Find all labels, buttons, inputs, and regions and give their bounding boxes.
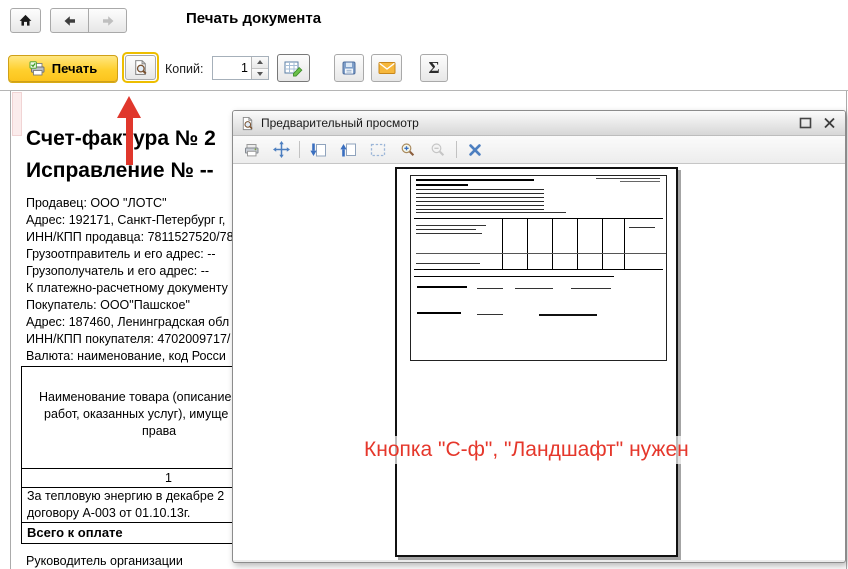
print-button-label: Печать	[52, 61, 97, 76]
table-header-line: права	[142, 424, 176, 438]
preview-window-icon	[240, 116, 255, 131]
preview-button[interactable]	[122, 52, 159, 83]
red-arrow-icon	[117, 96, 141, 118]
copies-increment-button[interactable]	[252, 57, 268, 68]
preview-icon	[132, 59, 149, 76]
move-icon	[273, 141, 290, 158]
copies-decrement-button[interactable]	[252, 68, 268, 80]
back-arrow-icon	[62, 14, 78, 28]
fit-page-button[interactable]	[368, 140, 388, 160]
info-line: Продавец: ООО "ЛОТС"	[26, 195, 234, 212]
zoom-in-icon	[400, 142, 416, 158]
page-up-button[interactable]	[338, 140, 358, 160]
blue-close-icon	[468, 143, 482, 157]
forward-arrow-icon	[100, 14, 116, 28]
copies-spinner	[212, 56, 269, 80]
save-button[interactable]	[334, 54, 364, 82]
table-header-line: Наименование товара (описание в	[39, 390, 242, 404]
page-thumbnail-content	[410, 175, 667, 361]
info-line: Валюта: наименование, код Росси	[26, 348, 234, 365]
signature-label: Руководитель организации	[26, 554, 183, 568]
home-button[interactable]	[10, 8, 41, 33]
preview-window: Предварительный просмотр	[232, 110, 846, 563]
zoom-in-button[interactable]	[398, 140, 418, 160]
close-preview-button[interactable]	[465, 140, 485, 160]
info-line: Грузополучатель и его адрес: --	[26, 263, 234, 280]
info-line: Грузоотправитель и его адрес: --	[26, 246, 234, 263]
printer-icon	[243, 142, 260, 158]
preview-window-title: Предварительный просмотр	[261, 116, 790, 130]
pan-button[interactable]	[271, 140, 291, 160]
preview-titlebar[interactable]: Предварительный просмотр	[233, 111, 845, 136]
page-up-icon	[340, 142, 357, 158]
down-arrow-icon	[257, 72, 263, 76]
preview-content[interactable]: Кнопка "С-ф", "Ландшафт" нужен	[233, 164, 845, 560]
print-button[interactable]: Печать	[8, 55, 118, 82]
sum-button[interactable]: Σ	[420, 54, 448, 82]
info-line: Адрес: 187460, Ленинградская обл	[26, 314, 234, 331]
preview-toolbar	[233, 136, 845, 164]
page-down-button[interactable]	[308, 140, 328, 160]
info-line: ИНН/КПП продавца: 7811527520/78	[26, 229, 234, 246]
up-arrow-icon	[257, 60, 263, 64]
info-line: ИНН/КПП покупателя: 4702009717/	[26, 331, 234, 348]
annotation-text: Кнопка "С-ф", "Ландшафт" нужен	[359, 436, 694, 464]
table-row-desc: За тепловую энергию в декабре 2	[27, 489, 224, 503]
invoice-info-lines: Продавец: ООО "ЛОТС" Адрес: 192171, Санк…	[26, 195, 234, 365]
page-title: Печать документа	[186, 10, 321, 27]
maximize-button[interactable]	[796, 114, 814, 132]
copies-per-page-button[interactable]	[277, 54, 310, 82]
zoom-out-icon	[430, 142, 446, 158]
cell-cursor	[12, 92, 22, 136]
invoice-title: Счет-фактура № 2	[26, 127, 216, 151]
close-window-button[interactable]	[820, 114, 838, 132]
email-icon	[378, 61, 396, 75]
info-line: К платежно-расчетному документу	[26, 280, 234, 297]
table-total-row: Всего к оплате	[27, 525, 123, 540]
invoice-correction-title: Исправление № --	[26, 159, 214, 183]
email-button[interactable]	[371, 54, 402, 82]
zoom-out-button[interactable]	[428, 140, 448, 160]
dashed-rect-icon	[370, 143, 386, 157]
table-row-desc: договору А-003 от 01.10.13г.	[27, 506, 190, 520]
info-line: Покупатель: ООО"Пашское"	[26, 297, 234, 314]
home-icon	[18, 13, 33, 28]
forward-button[interactable]	[88, 8, 127, 33]
table-edit-icon	[284, 60, 303, 77]
copies-input[interactable]	[213, 57, 251, 79]
info-line: Адрес: 192171, Санкт-Петербург г,	[26, 212, 234, 229]
preview-print-button[interactable]	[241, 140, 261, 160]
copies-label: Копий:	[165, 62, 203, 76]
sigma-icon: Σ	[428, 58, 439, 78]
maximize-icon	[799, 117, 812, 129]
table-header-line: работ, оказанных услуг), имуще	[44, 407, 228, 421]
printer-icon	[29, 61, 46, 77]
red-arrow-shaft	[126, 117, 133, 165]
close-icon	[823, 117, 836, 129]
page-down-icon	[310, 142, 327, 158]
page-thumbnail	[395, 167, 678, 557]
back-button[interactable]	[50, 8, 89, 33]
table-col-number: 1	[165, 471, 172, 485]
save-icon	[341, 60, 357, 76]
